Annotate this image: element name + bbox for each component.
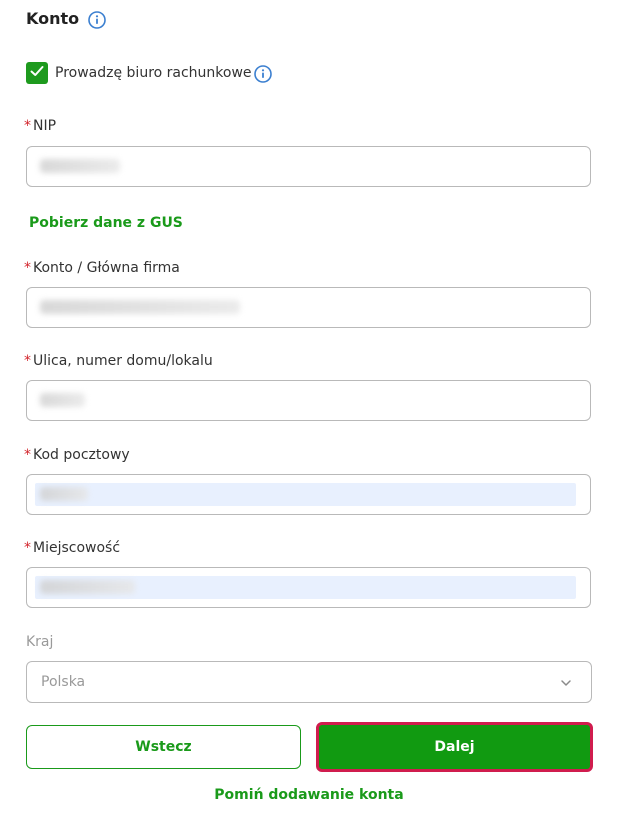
nip-label: * NIP — [24, 118, 57, 134]
redacted-value — [40, 580, 135, 594]
checkbox-label: Prowadzę biuro rachunkowe — [55, 65, 252, 81]
city-label: * Miejscowość — [24, 540, 121, 556]
required-marker: * — [24, 540, 31, 556]
street-label: * Ulica, numer domu/lokalu — [24, 353, 213, 369]
next-button[interactable]: Dalej — [316, 722, 593, 772]
required-marker: * — [24, 353, 31, 369]
country-select[interactable]: Polska — [26, 661, 592, 703]
redacted-value — [40, 393, 85, 407]
redacted-value — [40, 300, 240, 314]
accounting-office-checkbox[interactable] — [26, 62, 48, 84]
postal-code-label: * Kod pocztowy — [24, 447, 130, 463]
city-input[interactable] — [26, 567, 591, 608]
nip-input[interactable] — [26, 146, 591, 187]
required-marker: * — [24, 447, 31, 463]
skip-account-link[interactable]: Pomiń dodawanie konta — [0, 787, 618, 803]
autofill-highlight — [35, 483, 576, 506]
required-marker: * — [24, 118, 31, 134]
account-input[interactable] — [26, 287, 591, 328]
fetch-gus-link[interactable]: Pobierz dane z GUS — [29, 215, 183, 231]
info-icon[interactable] — [88, 11, 106, 29]
redacted-value — [40, 487, 88, 501]
account-label: * Konto / Główna firma — [24, 260, 180, 276]
back-button[interactable]: Wstecz — [26, 725, 301, 769]
required-marker: * — [24, 260, 31, 276]
country-value: Polska — [41, 674, 86, 690]
check-icon — [29, 63, 45, 83]
postal-code-input[interactable] — [26, 474, 591, 515]
country-label: Kraj — [26, 634, 54, 650]
chevron-down-icon — [559, 676, 573, 694]
info-icon[interactable] — [254, 65, 272, 83]
section-title: Konto — [26, 9, 80, 28]
street-input[interactable] — [26, 380, 591, 421]
redacted-value — [40, 159, 120, 173]
